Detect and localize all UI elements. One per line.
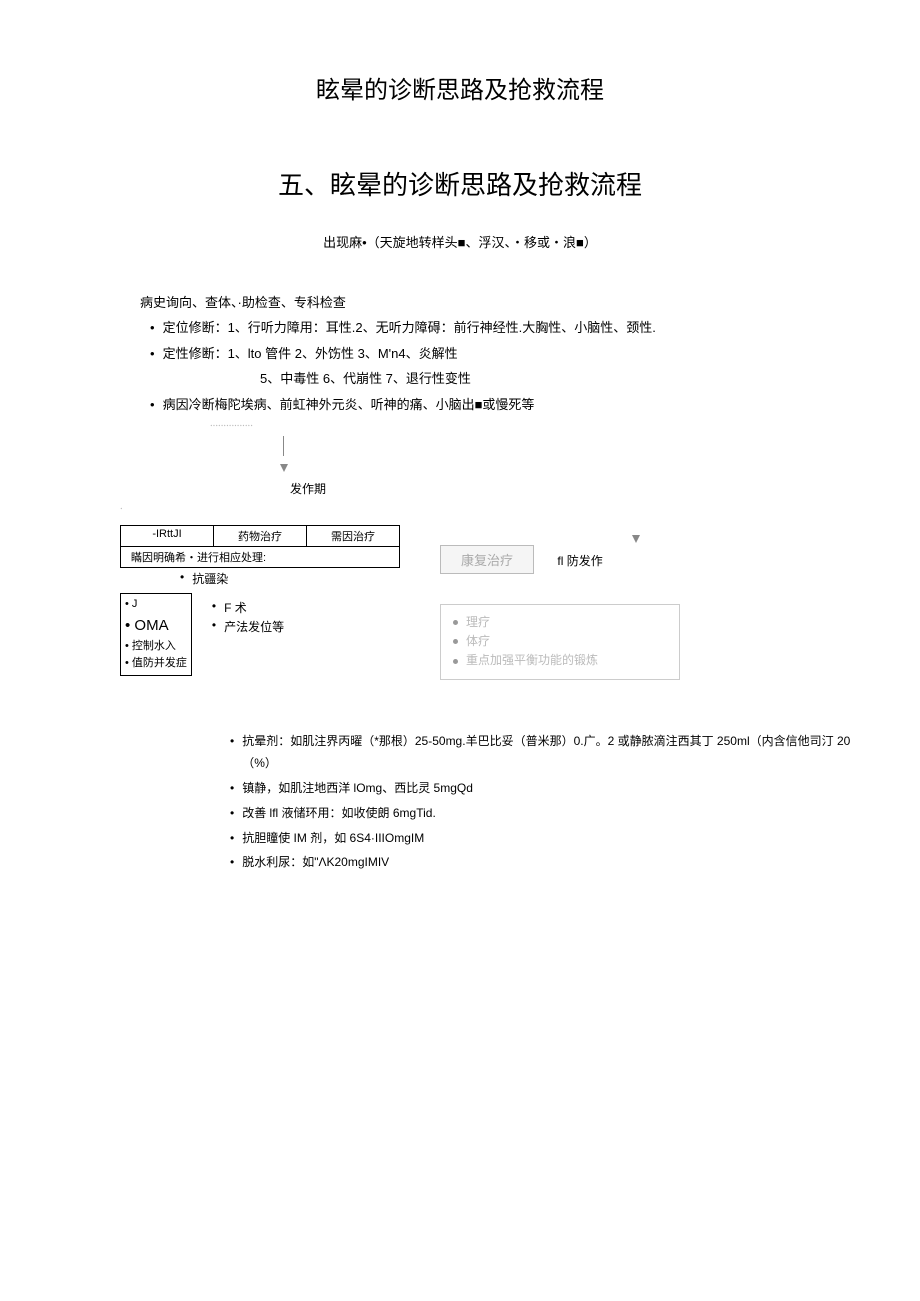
item-reposition: 产法发位等: [224, 618, 284, 635]
med-5: 脱水利尿：如"ΛK20mgIMIV: [242, 851, 389, 874]
decorative-mark-2: ⸱: [120, 501, 860, 515]
diag-line-3: • 病因冷断梅陀埃病、前虹神外元炎、听神的痛、小脑出■或慢死等: [140, 393, 860, 416]
item-oma: OMA: [134, 617, 168, 634]
diag-line-1: • 定位修断：1、行听力障用：耳性.2、无听力障碍：前行神经性.大胸性、小脑性、…: [140, 316, 860, 339]
decorative-mark: ⸱⸱⸱⸱⸱⸱⸱⸱⸱⸱⸱⸱⸱⸱⸱⸱: [210, 418, 860, 436]
bullet-icon: •: [212, 599, 216, 613]
section-title: 五、眩晕的诊断思路及抢救流程: [60, 165, 860, 202]
bullet-icon: •: [230, 827, 234, 850]
surgery-list: • F 术 • 产法发位等: [202, 593, 284, 676]
bullet-icon: •: [150, 393, 155, 416]
prevent-label: fl 防发作: [557, 552, 602, 569]
arrow-down-head-icon: [280, 464, 288, 472]
diag-line-2: • 定性修断：1、lto 管件 2、外饬性 3、M'n4、炎解性: [140, 342, 860, 365]
bullet-icon: [453, 639, 458, 644]
recovery-right-column: 康复治疗 fl 防发作 理疗 体疗 重点加强平衡功能的锻炼: [440, 525, 680, 680]
page-title: 眩晕的诊断思路及抢救流程: [60, 70, 860, 105]
diag-text-2: 定性修断：1、lto 管件 2、外饬性 3、M'n4、炎解性: [163, 342, 458, 365]
treatment-left-column: -IRttJI 药物治疗 需因治疗 瞞因明确希・进行相应处理: • 抗疆染 • …: [120, 525, 400, 680]
item-complication: 值防并发症: [132, 657, 187, 669]
cell-irttji: -IRttJI: [121, 526, 214, 546]
recovery-item-1: 理疗: [466, 615, 490, 629]
recovery-box: 康复治疗: [440, 545, 534, 574]
treatment-header-row: -IRttJI 药物治疗 需因治疗: [120, 525, 400, 547]
bullet-icon: [453, 620, 458, 625]
treatment-note: 瞞因明确希・进行相应处理:: [120, 547, 400, 568]
bullet-icon: •: [180, 570, 184, 584]
subtitle-symptom: 出现麻•（天旋地转样头■、浮汉、・移或・浪■）: [60, 232, 860, 251]
medication-list: • 抗晕剂：如肌注界丙曜（*那根）25-50mg.羊巴比妥（普米那）0.广。2 或…: [220, 730, 860, 875]
anti-infection: 抗疆染: [192, 570, 228, 587]
diag-text-3: 病因冷断梅陀埃病、前虹神外元炎、听神的痛、小脑出■或慢死等: [163, 393, 535, 416]
cell-drug-therapy: 药物治疗: [214, 526, 307, 546]
med-3: 改善 lfl 液储环用：如收使朗 6mgTid.: [242, 802, 436, 825]
bullet-icon: •: [150, 342, 155, 365]
small-box-left: • J • OMA • 控制水入 • 值防并发症: [120, 593, 192, 676]
bullet-icon: [453, 659, 458, 664]
bullet-icon: •: [230, 851, 234, 874]
arrow-down-icon: [283, 436, 284, 456]
diag-sub-line: 5、中毒性 6、代崩性 7、退行性变性: [260, 367, 860, 390]
med-1: 抗晕剂：如肌注界丙曜（*那根）25-50mg.羊巴比妥（普米那）0.广。2 或静…: [242, 730, 860, 776]
bullet-icon: •: [230, 730, 234, 753]
med-4: 抗胆瞳使 IM 剂，如 6S4·IIIOmgIM: [242, 827, 424, 850]
bullet-icon: •: [230, 777, 234, 800]
phase-label: 发作期: [290, 479, 860, 501]
item-surgery: F 术: [224, 599, 247, 616]
bullet-icon: •: [212, 618, 216, 632]
item-water: 控制水入: [132, 640, 176, 652]
recovery-list: 理疗 体疗 重点加强平衡功能的锻炼: [440, 604, 680, 680]
bullet-icon: •: [230, 802, 234, 825]
item-j: J: [132, 598, 138, 610]
bullet-icon: •: [150, 316, 155, 339]
diag-text-1: 定位修断：1、行听力障用：耳性.2、无听力障碍：前行神经性.大胸性、小脑性、颈性…: [163, 316, 656, 339]
med-2: 镇静，如肌注地西洋 lOmg、西比灵 5mgQd: [242, 777, 473, 800]
recovery-item-3: 重点加强平衡功能的锻炼: [466, 653, 598, 667]
arrow-down-right-icon: [440, 525, 680, 545]
cell-cause-therapy: 需因治疗: [307, 526, 399, 546]
recovery-item-2: 体疗: [466, 634, 490, 648]
history-line: 病史询向、查体、·助检查、专科检查: [140, 291, 860, 314]
